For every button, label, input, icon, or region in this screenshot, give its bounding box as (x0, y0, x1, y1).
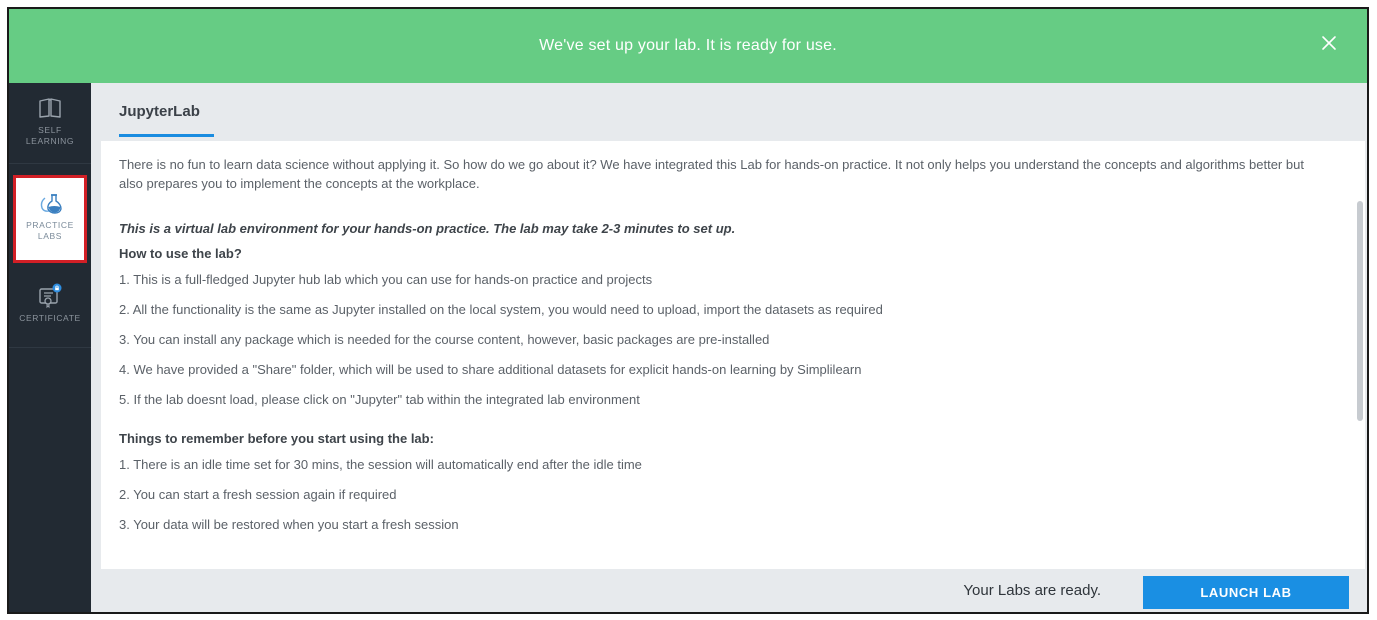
sidebar-item-label: SELF LEARNING (25, 125, 75, 146)
app-frame: We've set up your lab. It is ready for u… (7, 7, 1369, 614)
sidebar-item-label: CERTIFICATE (19, 313, 81, 323)
description-body: There is no fun to learn data science wi… (119, 155, 1329, 545)
scrollbar[interactable] (1357, 201, 1363, 421)
tab-bar: JupyterLab (91, 83, 1367, 141)
success-banner: We've set up your lab. It is ready for u… (9, 9, 1367, 83)
sidebar-item-practice-labs[interactable]: PRACTICE LABS (13, 175, 87, 263)
sidebar-divider (9, 347, 91, 348)
list-item: 2. All the functionality is the same as … (119, 302, 883, 317)
active-tab-indicator (119, 134, 214, 137)
flask-icon (37, 190, 63, 216)
labs-ready-status: Your Labs are ready. (963, 582, 1101, 599)
sidebar-item-label: PRACTICE LABS (26, 220, 74, 241)
close-icon[interactable] (1317, 31, 1341, 55)
sidebar-divider (9, 163, 91, 164)
tab-jupyterlab[interactable]: JupyterLab (119, 103, 200, 132)
footer-bar: Your Labs are ready. LAUNCH LAB (91, 569, 1367, 612)
list-item: 3. Your data will be restored when you s… (119, 517, 459, 532)
launch-lab-button[interactable]: LAUNCH LAB (1143, 576, 1349, 609)
certificate-icon (37, 283, 63, 309)
list-item: 1. There is an idle time set for 30 mins… (119, 457, 642, 472)
remember-heading: Things to remember before you start usin… (119, 431, 434, 446)
list-item: 4. We have provided a "Share" folder, wh… (119, 362, 862, 377)
how-to-heading: How to use the lab? (119, 246, 242, 261)
lab-description[interactable]: There is no fun to learn data science wi… (101, 141, 1365, 569)
sidebar: SELF LEARNING PRACTICE LABS CERTIFICATE (9, 83, 91, 612)
list-item: 1. This is a full-fledged Jupyter hub la… (119, 272, 653, 287)
sidebar-item-certificate[interactable]: CERTIFICATE (9, 283, 91, 324)
sidebar-item-self-learning[interactable]: SELF LEARNING (9, 95, 91, 147)
book-icon (37, 95, 63, 121)
setup-notice: This is a virtual lab environment for yo… (119, 221, 736, 236)
list-item: 2. You can start a fresh session again i… (119, 487, 397, 502)
main-panel: JupyterLab There is no fun to learn data… (91, 83, 1367, 612)
list-item: 3. You can install any package which is … (119, 332, 770, 347)
list-item: 5. If the lab doesnt load, please click … (119, 392, 640, 407)
intro-text: There is no fun to learn data science wi… (119, 157, 1304, 191)
banner-message: We've set up your lab. It is ready for u… (539, 37, 837, 54)
content-fade (101, 549, 1365, 569)
